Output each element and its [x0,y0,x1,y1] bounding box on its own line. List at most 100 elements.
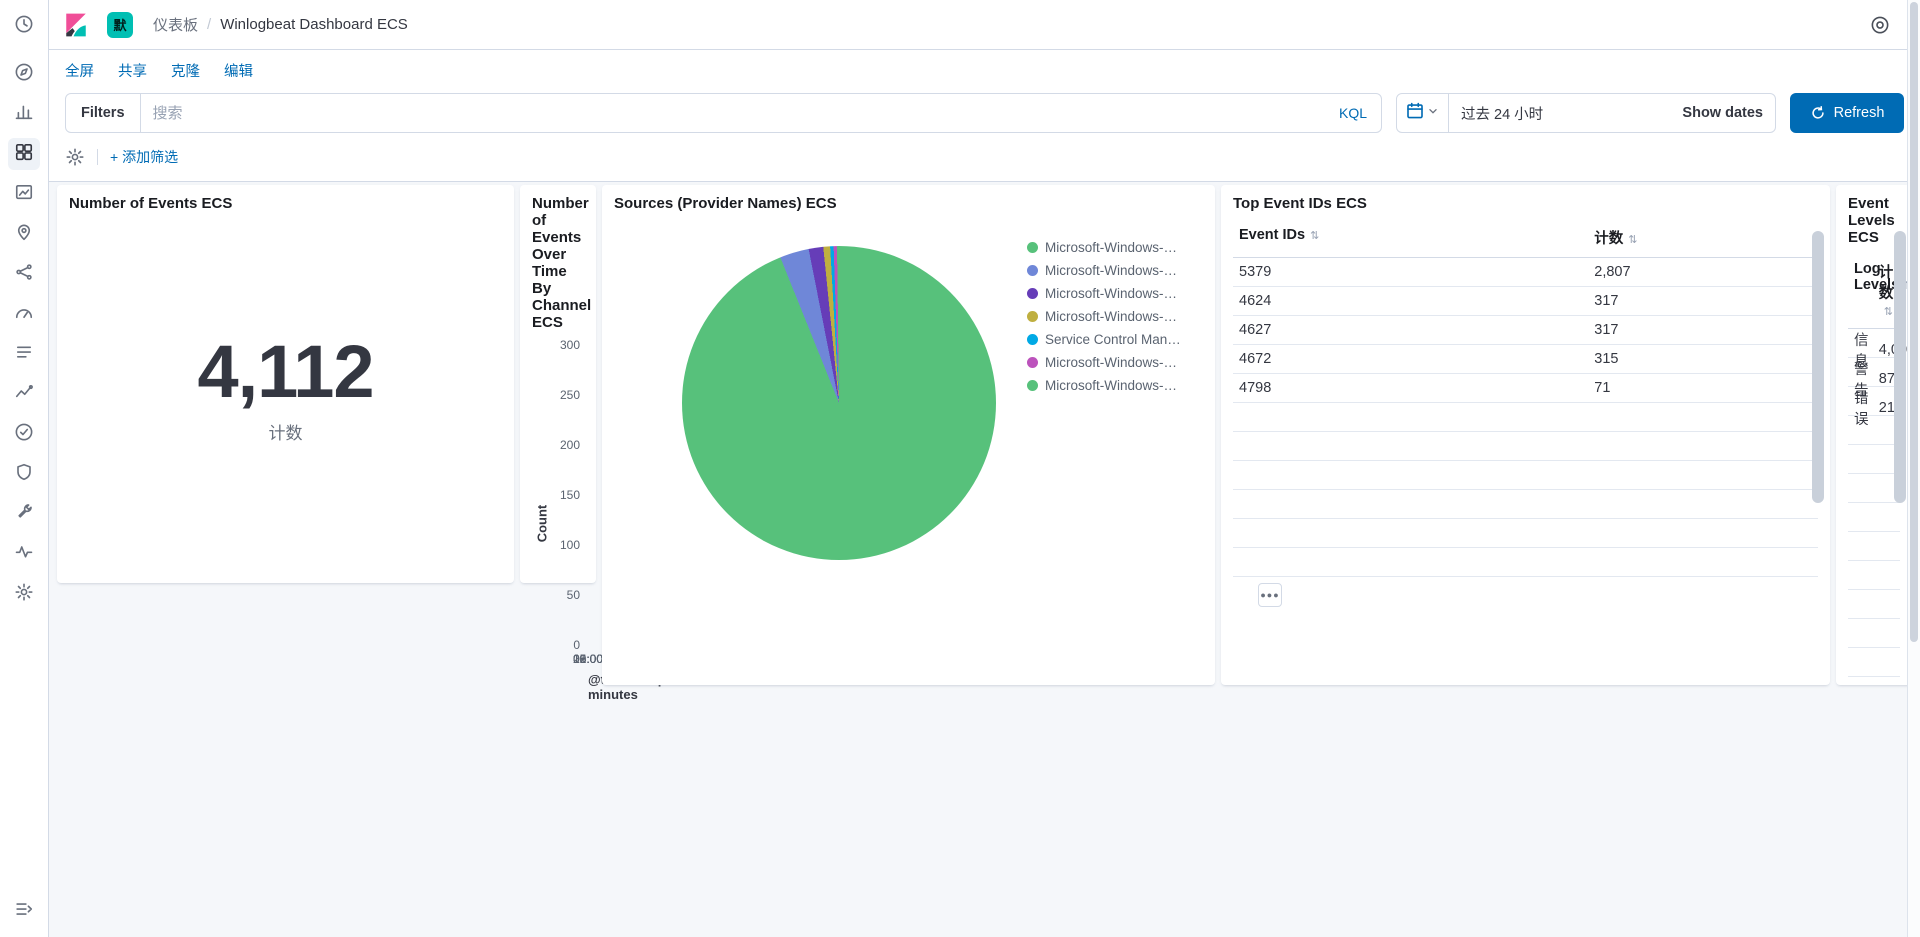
table-row-empty [1848,648,1900,677]
table-row[interactable]: 警告 87 [1848,358,1900,399]
calendar-icon [1405,101,1425,126]
table-row-empty [1848,619,1900,648]
chevron-down-icon [1426,104,1440,123]
sort-icon: ⇅ [1883,306,1894,318]
table-cell: 5379 [1239,264,1272,280]
shield-icon [14,462,34,487]
legend-dot [1027,288,1038,299]
toolbar-link-share[interactable]: 共享 [118,60,147,81]
table-cell: 315 [1594,351,1619,367]
table-row-empty [1848,532,1900,561]
sidebar-item-machine-learning[interactable] [8,258,40,290]
clock-icon [14,14,34,39]
panel-title: Sources (Provider Names) ECS [614,195,837,212]
legend-dot [1027,242,1038,253]
sidebar-item-uptime[interactable] [8,418,40,450]
space-avatar[interactable]: 默 [107,11,133,38]
metric-body: 4,112 计数 [69,212,502,566]
panel-options-button[interactable]: ●●● [1258,583,1282,607]
legend-item-source-5[interactable]: Microsoft-Windows-… [1027,355,1203,370]
pulse-icon [14,542,34,567]
table-scrollbar[interactable] [1812,231,1824,503]
sidebar-item-maps[interactable] [8,218,40,250]
page-scrollbar-thumb[interactable] [1910,2,1918,642]
table-row[interactable]: 4672 315 [1233,345,1818,374]
gauge-icon [14,302,34,327]
panel-number-of-events: Number of Events ECS 4,112 计数 [57,185,514,583]
date-quick-select-button[interactable] [1397,94,1449,132]
panel-top-event-ids: Top Event IDs ECS Event IDs ⇅ 计数 ⇅ 5379 2,807… [1221,185,1830,685]
toolbar-link-clone[interactable]: 克隆 [171,60,200,81]
panel-event-levels: Event Levels ECS Log Levels⇅计数⇅ 信息4,004警告… [1836,185,1915,685]
sidebar-item-canvas[interactable] [8,178,40,210]
toolbar-link-edit[interactable]: 编辑 [224,60,253,81]
table-row[interactable]: 信息4,004 [1848,329,1915,370]
legend-item-source-4[interactable]: Service Control Man… [1027,332,1203,347]
filters-button[interactable]: Filters [66,94,141,132]
sidebar-item-discover[interactable] [8,58,40,90]
collapse-nav-button[interactable] [8,895,40,927]
refresh-button[interactable]: Refresh [1790,93,1904,133]
sidebar-item-management[interactable] [8,578,40,610]
sidebar-item-metrics[interactable] [8,298,40,330]
sources-pie-chart[interactable] [682,246,996,560]
breadcrumb-separator: / [207,16,212,33]
table-row-empty [1848,503,1900,532]
table-row[interactable]: 4798 71 [1233,374,1818,403]
sidebar-item-siem[interactable] [8,458,40,490]
legend-item-source-3[interactable]: Microsoft-Windows-… [1027,309,1203,324]
table-row-empty [1233,490,1818,519]
breadcrumb-current-page: Winlogbeat Dashboard ECS [220,16,408,33]
legend-label: Microsoft-Windows-… [1045,240,1178,255]
column-header-0[interactable]: Log Levels⇅ [1854,261,1913,319]
sort-icon: ⇅ [1628,234,1638,246]
pie-body: Microsoft-Windows-… Microsoft-Windows-… Mi… [614,214,1203,560]
left-nav-sidebar [0,0,49,937]
legend-dot [1027,357,1038,368]
sidebar-item-logs[interactable] [8,338,40,370]
menu-expand-icon [14,899,34,924]
table-row[interactable]: 4627 317 [1233,316,1818,345]
kibana-logo[interactable] [63,12,89,38]
column-header-1[interactable]: 计数⇅ [1879,261,1894,319]
table-cell: 71 [1594,380,1611,396]
column-header-0[interactable]: Event IDs ⇅ [1239,227,1594,248]
legend-item-source-0[interactable]: Microsoft-Windows-… [1027,240,1203,255]
page-scrollbar[interactable] [1907,0,1920,937]
table-cell: 错误 [1854,391,1869,428]
sidebar-item-recently-viewed[interactable] [8,10,40,42]
column-header-1[interactable]: 计数⇅ [1594,227,1812,248]
dashboard-controls: 全屏 共享 克隆 编辑 Filters KQL 过去 24 小时 Show dates [49,50,1920,182]
sidebar-item-stack-monitoring[interactable] [8,538,40,570]
ellipsis-icon: ●●● [1260,590,1280,600]
y-axis-title: Count [534,504,550,543]
sidebar-item-visualize[interactable] [8,98,40,130]
show-dates-button[interactable]: Show dates [1670,105,1775,121]
table-row[interactable]: 错误 21 [1848,387,1900,428]
filter-settings-gear-icon[interactable] [65,147,85,167]
table-row-empty [1848,474,1900,503]
breadcrumb-dashboards-link[interactable]: 仪表板 [153,14,198,35]
toolbar-link-fullscreen[interactable]: 全屏 [65,60,94,81]
table-scrollbar[interactable] [1894,231,1906,503]
canvas-icon [14,182,34,207]
table-cell: 87 [1878,371,1895,387]
sidebar-item-apm[interactable] [8,378,40,410]
table-row[interactable]: 4624 317 [1233,287,1818,316]
sidebar-item-dev-tools[interactable] [8,498,40,530]
add-filter-link[interactable]: + 添加筛选 [110,147,178,167]
table-row[interactable]: 5379 2,807 [1233,258,1818,287]
table-cell: 4798 [1239,380,1272,396]
kql-syntax-button[interactable]: KQL [1325,105,1381,121]
table-row-empty [1233,519,1818,548]
legend-item-source-1[interactable]: Microsoft-Windows-… [1027,263,1203,278]
legend-item-source-2[interactable]: Microsoft-Windows-… [1027,286,1203,301]
legend-item-source-6[interactable]: Microsoft-Windows-… [1027,378,1203,393]
help-icon[interactable] [1870,15,1890,35]
time-range-value[interactable]: 过去 24 小时 [1449,103,1670,124]
wrench-icon [14,502,34,527]
search-input[interactable] [140,104,1325,122]
sidebar-item-dashboard[interactable] [8,138,40,170]
panel-title: Number of Events Over Time By Channel EC… [532,195,592,331]
dashboard-top-links: 全屏 共享 克隆 编辑 [65,60,1904,81]
